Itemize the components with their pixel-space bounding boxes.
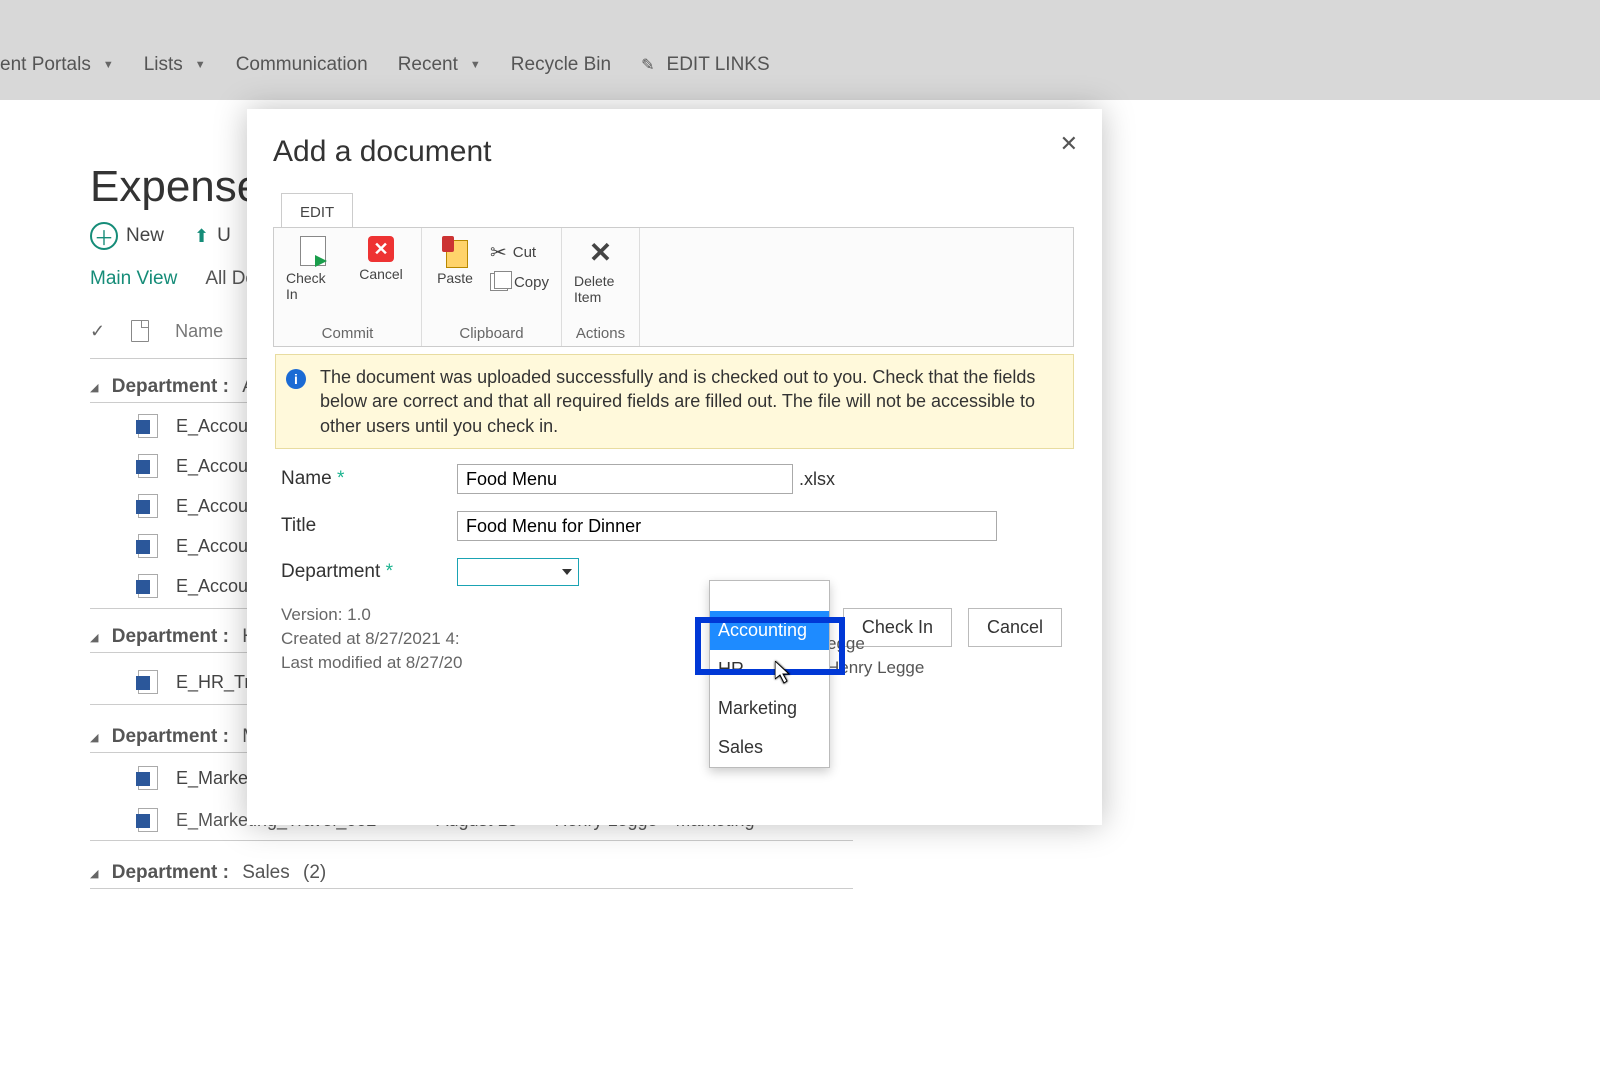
ribbon-group-commit: Commit bbox=[274, 323, 421, 346]
cancel-ribbon-button[interactable]: ✕Cancel bbox=[354, 236, 408, 282]
dropdown-option-blank[interactable] bbox=[710, 581, 829, 611]
ribbon-group-clipboard: Clipboard bbox=[422, 323, 561, 346]
cancel-dialog-button[interactable]: Cancel bbox=[968, 608, 1062, 647]
dialog-title: Add a document bbox=[273, 135, 491, 169]
created-text: Created at 8/27/2021 4: bbox=[281, 629, 460, 649]
check-in-button[interactable]: Check In bbox=[286, 236, 340, 302]
dropdown-option-hr[interactable]: HR bbox=[710, 650, 829, 689]
modified-by-tail: Henry Legge bbox=[827, 658, 924, 678]
file-extension: .xlsx bbox=[799, 469, 835, 490]
department-select[interactable] bbox=[457, 558, 579, 586]
cut-icon: ✂ bbox=[490, 240, 507, 265]
title-input[interactable] bbox=[457, 511, 997, 541]
cut-button[interactable]: ✂Cut bbox=[490, 240, 549, 265]
version-text: Version: 1.0 bbox=[281, 605, 371, 625]
title-label: Title bbox=[281, 515, 457, 537]
paste-icon bbox=[442, 236, 468, 266]
dropdown-option-marketing[interactable]: Marketing bbox=[710, 689, 829, 728]
add-document-dialog: ✕ Add a document EDIT Check In ✕Cancel C… bbox=[247, 109, 1102, 825]
modal-overlay: ✕ Add a document EDIT Check In ✕Cancel C… bbox=[0, 0, 1600, 1092]
ribbon-group-actions: Actions bbox=[562, 323, 639, 346]
created-by-tail: egge bbox=[827, 634, 865, 654]
modified-text: Last modified at 8/27/20 bbox=[281, 653, 462, 673]
title-row: Title bbox=[281, 511, 997, 541]
ribbon: Check In ✕Cancel Commit Paste ✂Cut Copy … bbox=[273, 227, 1074, 347]
paste-button[interactable]: Paste bbox=[434, 236, 476, 286]
dialog-buttons: Check In Cancel bbox=[843, 608, 1062, 647]
copy-button[interactable]: Copy bbox=[490, 273, 549, 291]
department-label: Department * bbox=[281, 561, 457, 583]
info-banner: i The document was uploaded successfully… bbox=[275, 354, 1074, 449]
close-button[interactable]: ✕ bbox=[1060, 131, 1078, 157]
name-input[interactable] bbox=[457, 464, 793, 494]
dropdown-option-sales[interactable]: Sales bbox=[710, 728, 829, 767]
department-row: Department * bbox=[281, 558, 579, 586]
dropdown-option-accounting[interactable]: Accounting bbox=[710, 611, 829, 650]
info-icon: i bbox=[286, 369, 306, 389]
department-dropdown: Accounting HR Marketing Sales bbox=[709, 580, 830, 768]
name-row: Name * .xlsx bbox=[281, 464, 835, 494]
copy-icon bbox=[490, 273, 508, 291]
delete-item-button[interactable]: ✕Delete Item bbox=[574, 236, 627, 305]
cancel-icon: ✕ bbox=[368, 236, 394, 262]
name-label: Name * bbox=[281, 468, 457, 490]
delete-icon: ✕ bbox=[589, 236, 612, 269]
check-in-icon bbox=[300, 236, 326, 266]
